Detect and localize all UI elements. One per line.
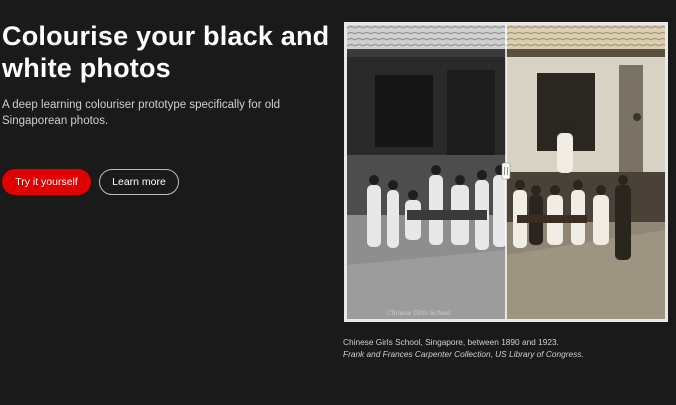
photo-caption: Chinese Girls School, Singapore, between… [343, 336, 673, 360]
before-after-photo-comparison[interactable]: Chinese Girls School [344, 22, 668, 322]
page-title: Colourise your black and white photos [2, 21, 330, 83]
page-subtitle: A deep learning colouriser prototype spe… [2, 99, 281, 127]
learn-more-button[interactable]: Learn more [99, 169, 179, 195]
caption-credit: Frank and Frances Carpenter Collection, … [343, 349, 584, 359]
try-it-yourself-button[interactable]: Try it yourself [2, 169, 91, 195]
drag-handle-icon[interactable] [501, 162, 511, 180]
page: Colourise your black and white photos A … [0, 0, 676, 405]
svg-text:Chinese Girls School: Chinese Girls School [387, 310, 450, 317]
caption-title: Chinese Girls School, Singapore, between… [343, 337, 559, 347]
comparison-image[interactable]: Chinese Girls School [347, 25, 665, 319]
